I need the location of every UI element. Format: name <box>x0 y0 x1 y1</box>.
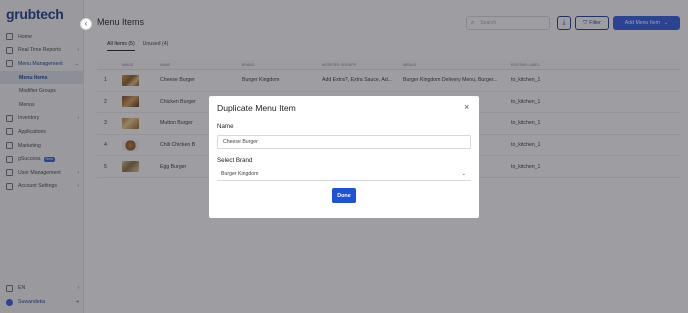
name-label: Name <box>217 123 234 130</box>
brand-select[interactable]: Burger Kingdom ⌄ <box>217 167 471 181</box>
close-icon[interactable]: × <box>464 102 469 112</box>
done-button[interactable]: Done <box>332 188 356 203</box>
collapse-sidebar-button[interactable]: ‹ <box>80 18 92 30</box>
modal-title: Duplicate Menu Item <box>217 103 296 113</box>
brand-select-value: Burger Kingdom <box>221 170 259 177</box>
name-field[interactable] <box>217 135 471 149</box>
duplicate-menu-item-dialog: Duplicate Menu Item × Name Select Brand … <box>209 96 479 218</box>
chevron-down-icon: ⌄ <box>461 170 466 177</box>
brand-label: Select Brand <box>217 157 253 164</box>
